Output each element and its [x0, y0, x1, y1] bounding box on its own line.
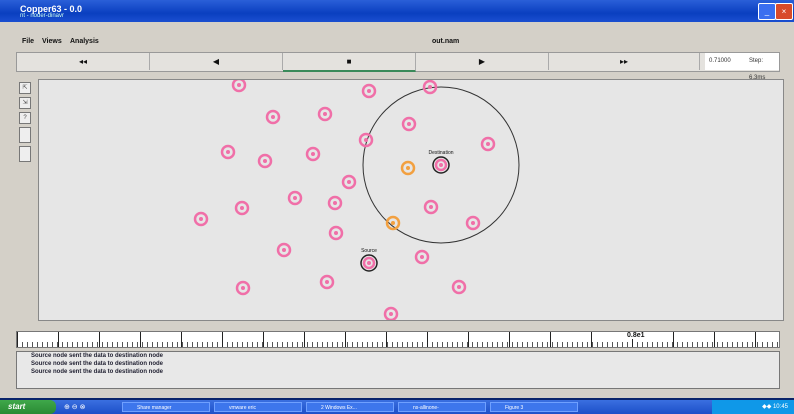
network-node[interactable] [401, 116, 417, 132]
destination-node[interactable]: Destination [428, 150, 454, 174]
network-node[interactable] [234, 200, 250, 216]
network-node[interactable] [257, 153, 273, 169]
taskbar-button[interactable]: Figure 3 [490, 402, 578, 412]
network-node[interactable] [465, 215, 481, 231]
zoom-tools: ⇱ ⇲ ? [19, 80, 33, 170]
menu-views[interactable]: Views [42, 38, 62, 45]
network-graph: Destination Source [193, 80, 520, 320]
network-node[interactable] [451, 279, 467, 295]
network-node[interactable] [423, 199, 439, 215]
stop-button[interactable]: ■ [283, 53, 416, 72]
start-button[interactable]: start [0, 400, 56, 414]
playback-toolbar: ◂◂ ◀ ■ ▶ ▸▸ 0.71000 Step: 6.3ms [16, 52, 780, 81]
taskbar: start ⊕ ⊖ ⊗ Share manager vmware eric 2 … [0, 400, 794, 414]
network-node[interactable] [220, 144, 236, 160]
taskbar-button[interactable]: vmware eric [214, 402, 302, 412]
network-node[interactable] [327, 195, 343, 211]
time-display: 0.71000 Step: 6.3ms [705, 53, 779, 81]
network-node[interactable] [328, 225, 344, 241]
taskbar-button[interactable]: 2 Windows Ex... [306, 402, 394, 412]
timeline-label: 0.8e1 [627, 332, 645, 339]
network-node[interactable] [361, 83, 377, 99]
minimize-icon[interactable]: _ [758, 3, 776, 20]
network-node[interactable] [305, 146, 321, 162]
source-node[interactable]: Source [360, 248, 378, 272]
window-subtitle: nt - noder-dinavr [20, 13, 65, 19]
timeline-slider[interactable]: 0.8e1 [16, 331, 780, 348]
log-panel: Source node sent the data to destination… [16, 351, 780, 389]
help-icon[interactable]: ? [19, 112, 31, 124]
network-canvas[interactable]: Destination Source [38, 79, 784, 321]
orange-nodes [385, 160, 416, 231]
taskbar-button[interactable]: Share manager [122, 402, 210, 412]
menu-bar: File Views Analysis out.nam [0, 36, 794, 50]
log-line: Source node sent the data to destination… [31, 369, 164, 375]
close-icon[interactable]: × [775, 3, 793, 20]
relay-node[interactable] [400, 160, 416, 176]
timeline-major-ticks [17, 332, 779, 347]
network-node[interactable] [193, 211, 209, 227]
fast-forward-button[interactable]: ▸▸ [549, 53, 700, 70]
network-node[interactable] [276, 242, 292, 258]
log-line: Source node sent the data to destination… [31, 361, 164, 367]
taskbar-button[interactable]: ns-allinone- [398, 402, 486, 412]
network-node[interactable] [235, 280, 251, 296]
network-node[interactable] [383, 306, 399, 320]
log-line: Source node sent the data to destination… [31, 353, 164, 359]
quick-launch-icons[interactable]: ⊕ ⊖ ⊗ [64, 403, 86, 411]
slider-bottom-icon[interactable] [19, 146, 31, 162]
zoom-out-icon[interactable]: ⇲ [19, 97, 31, 109]
title-bar: Copper63 - 0.0 nt - noder-dinavr _ × [0, 0, 794, 22]
network-node[interactable] [317, 106, 333, 122]
menu-analysis[interactable]: Analysis [70, 38, 99, 45]
main-window: Copper63 - 0.0 nt - noder-dinavr _ × Fil… [0, 0, 794, 398]
network-node[interactable] [319, 274, 335, 290]
source-label: Source [361, 248, 377, 254]
network-node[interactable] [287, 190, 303, 206]
rewind-button[interactable]: ◂◂ [17, 53, 150, 70]
play-button[interactable]: ▶ [416, 53, 549, 70]
network-node[interactable] [265, 109, 281, 125]
menu-file[interactable]: File [22, 38, 34, 45]
destination-label: Destination [428, 150, 453, 156]
network-node[interactable] [341, 174, 357, 190]
system-tray: ◆◆ 10:45 [712, 400, 794, 414]
time-value: 0.71000 [709, 58, 731, 64]
pink-nodes [193, 80, 496, 320]
network-node[interactable] [414, 249, 430, 265]
file-name-label: out.nam [432, 38, 460, 45]
back-button[interactable]: ◀ [150, 53, 283, 70]
network-node[interactable] [480, 136, 496, 152]
network-node[interactable] [231, 80, 247, 93]
slider-top-icon[interactable] [19, 127, 31, 143]
zoom-in-icon[interactable]: ⇱ [19, 82, 31, 94]
